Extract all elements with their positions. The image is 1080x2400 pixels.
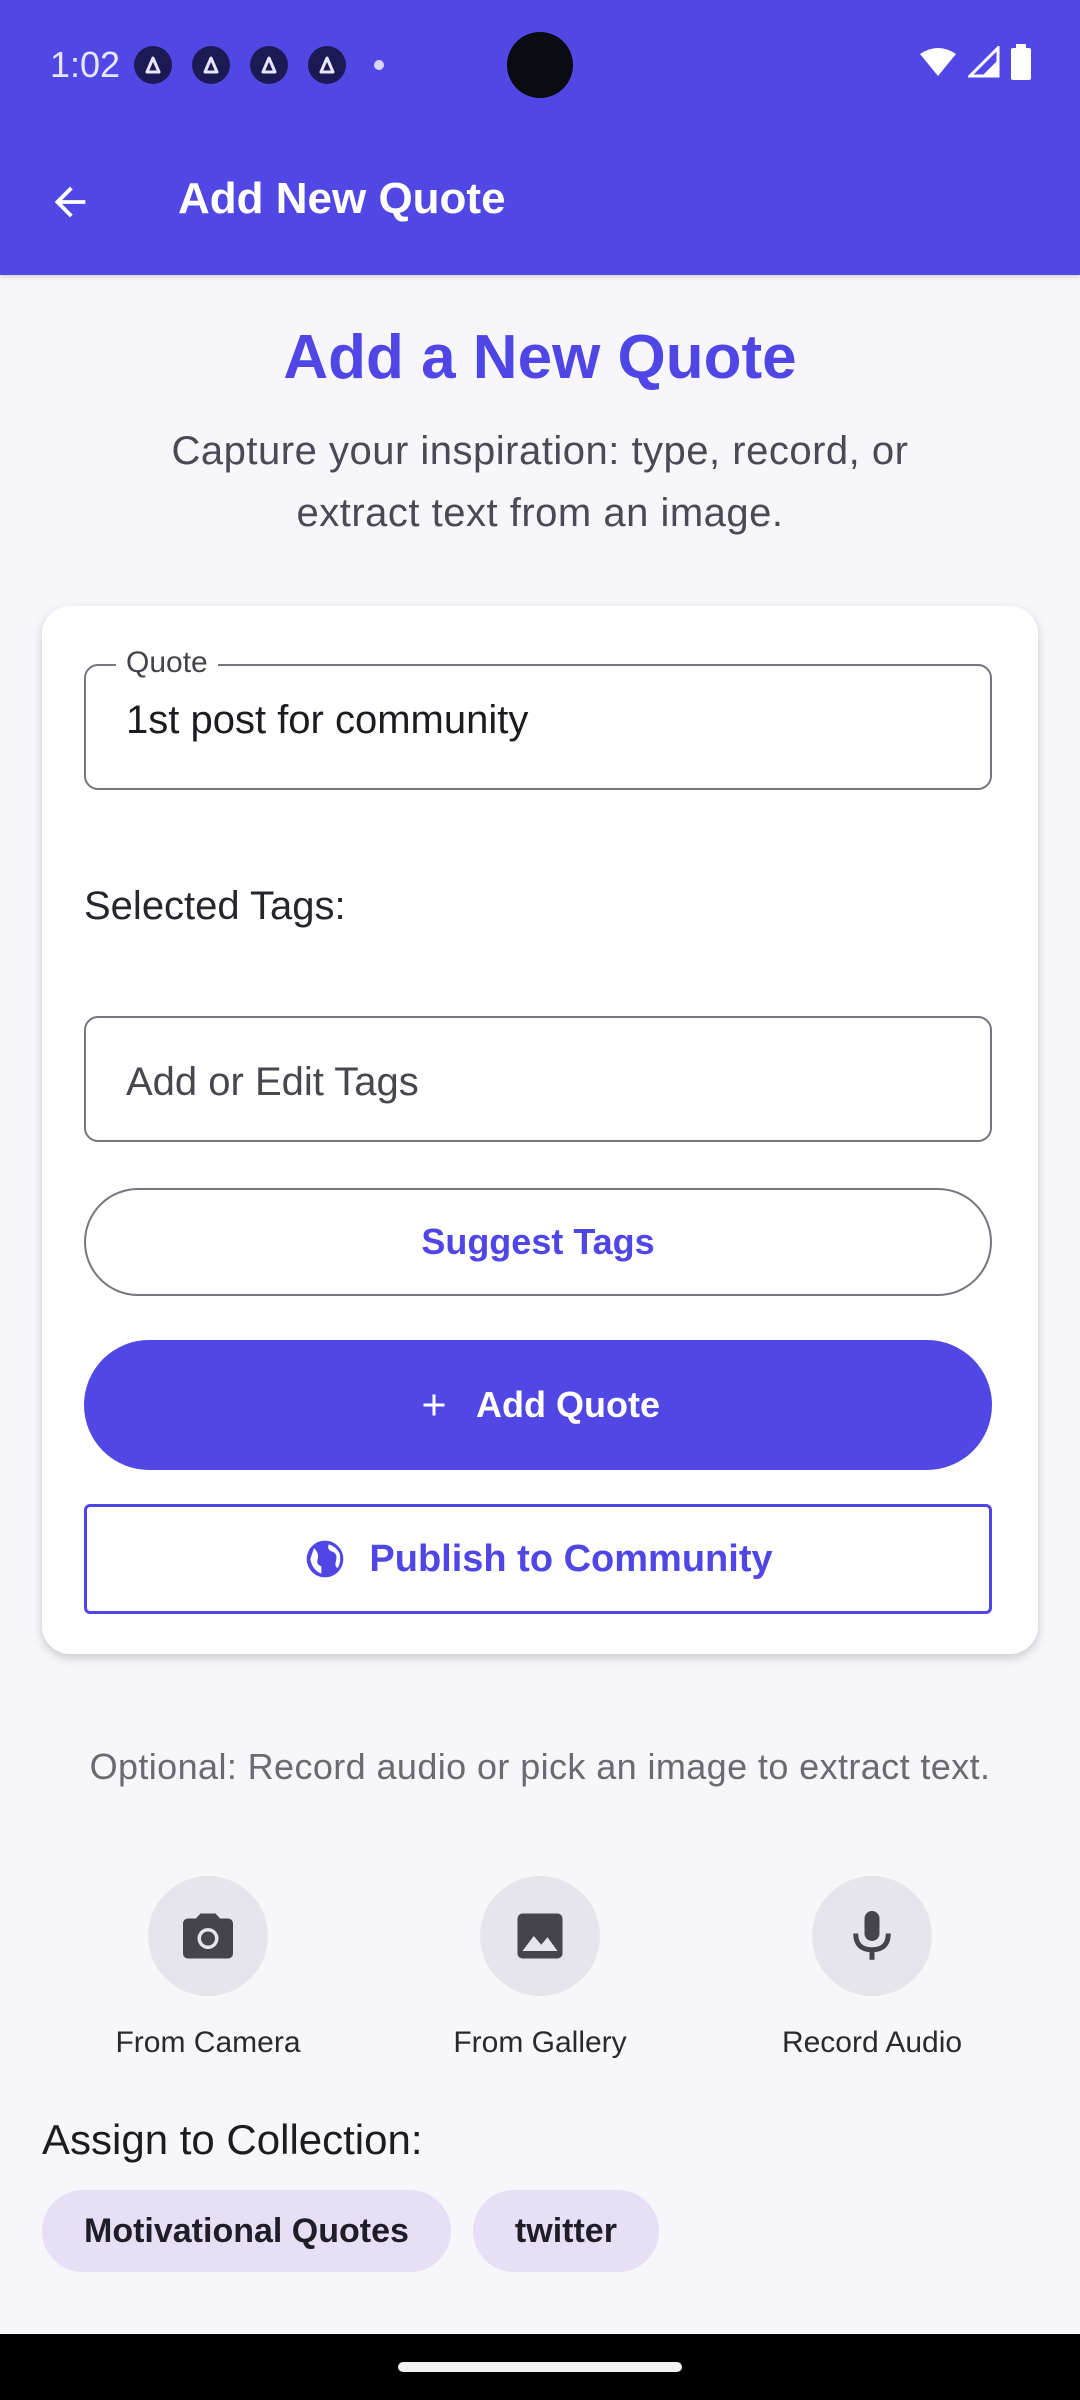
camera-cutout	[507, 32, 573, 98]
status-time: 1:02	[50, 44, 121, 85]
mic-icon	[853, 1911, 891, 1960]
app-icon	[134, 46, 172, 84]
quote-field-value: 1st post for community	[126, 698, 529, 742]
optional-hint: Optional: Record audio or pick an image …	[89, 1746, 991, 1787]
status-bar: 1:02	[0, 0, 1080, 130]
app-icon	[192, 46, 230, 84]
selected-tags-label: Selected Tags:	[84, 884, 346, 928]
quote-field[interactable]: Quote 1st post for community	[84, 646, 992, 790]
page-subtitle: Capture your inspiration: type, record, …	[171, 429, 909, 535]
wifi-icon	[918, 46, 958, 83]
quote-form-card: Quote 1st post for community Selected Ta…	[42, 606, 1038, 1654]
signal-icon	[966, 44, 1000, 83]
plus-icon	[423, 1394, 445, 1416]
record-audio-button[interactable]	[812, 1876, 932, 1996]
quote-field-label: Quote	[116, 646, 218, 680]
record-audio-label: Record Audio	[781, 2026, 963, 2059]
status-app-icons	[134, 46, 384, 84]
app-bar-title: Add New Quote	[178, 174, 506, 223]
tags-input[interactable]: Add or Edit Tags	[84, 1016, 992, 1142]
suggest-tags-button[interactable]: Suggest Tags	[84, 1188, 992, 1296]
status-indicators	[918, 44, 1032, 85]
camera-button[interactable]	[148, 1876, 268, 1996]
add-quote-button[interactable]: Add Quote	[84, 1340, 992, 1470]
home-gesture-handle[interactable]	[398, 2362, 682, 2372]
notification-dot-icon	[374, 60, 384, 70]
collection-title: Assign to Collection:	[42, 2116, 423, 2163]
publish-community-button[interactable]: Publish to Community	[84, 1504, 992, 1614]
record-audio-action[interactable]: Record Audio	[732, 1876, 1012, 2060]
app-icon	[308, 46, 346, 84]
add-quote-label: Add Quote	[476, 1384, 660, 1425]
gallery-button[interactable]	[480, 1876, 600, 1996]
collection-chips: Motivational Quotes twitter	[42, 2190, 659, 2272]
camera-icon	[183, 1913, 233, 1959]
publish-community-label: Publish to Community	[369, 1537, 773, 1580]
globe-icon	[307, 1540, 344, 1578]
collection-chip[interactable]: Motivational Quotes	[42, 2190, 451, 2272]
from-camera-action[interactable]: From Camera	[68, 1876, 348, 2060]
from-gallery-label: From Gallery	[453, 2026, 627, 2059]
top-app-bar: Add New Quote	[0, 130, 1080, 275]
image-icon	[517, 1913, 563, 1959]
back-button[interactable]	[38, 170, 102, 234]
from-gallery-action[interactable]: From Gallery	[400, 1876, 680, 2060]
suggest-tags-label: Suggest Tags	[421, 1221, 655, 1262]
collection-chip[interactable]: twitter	[472, 2190, 659, 2272]
battery-icon	[1010, 44, 1032, 85]
from-camera-label: From Camera	[115, 2026, 301, 2059]
tags-input-placeholder: Add or Edit Tags	[126, 1060, 419, 1104]
app-icon	[250, 46, 288, 84]
page-title: Add a New Quote	[283, 323, 797, 392]
arrow-back-icon	[54, 186, 86, 218]
